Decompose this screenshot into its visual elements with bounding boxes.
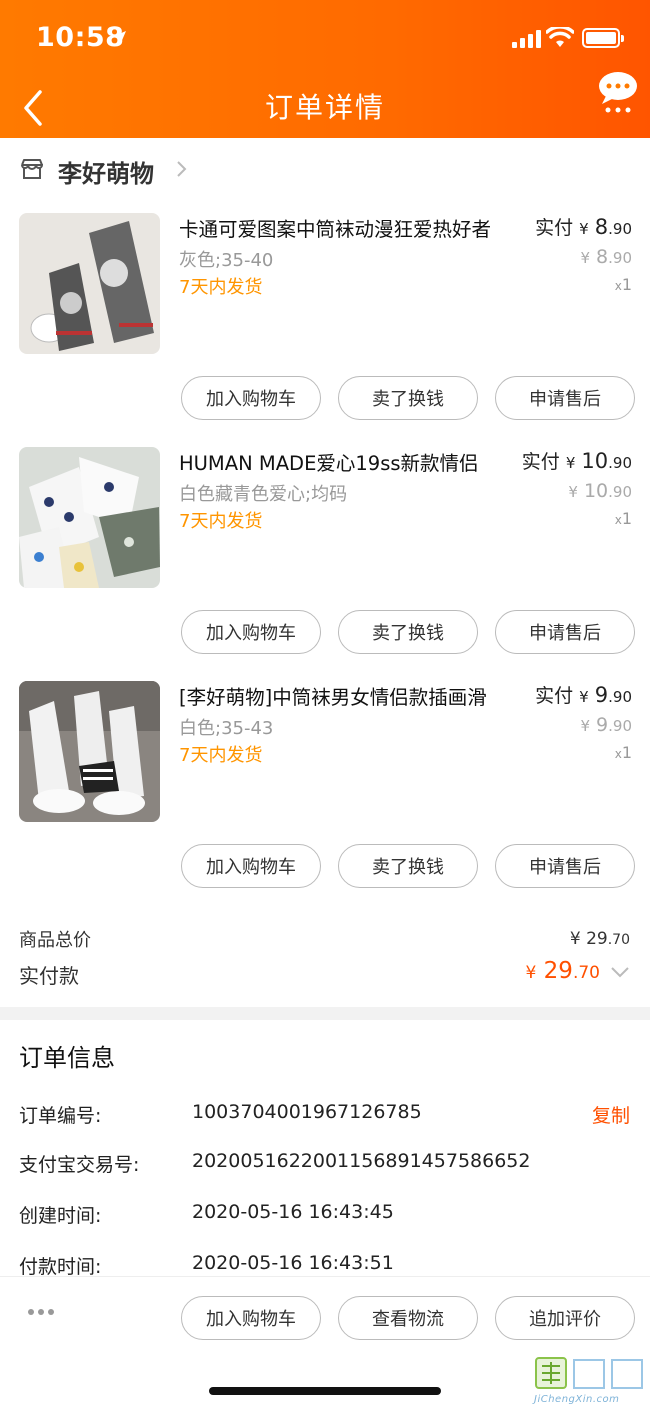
- store-icon: [21, 159, 44, 179]
- item-spec: 灰色;35-40: [179, 250, 274, 271]
- add-to-cart-button[interactable]: 加入购物车: [181, 1296, 321, 1340]
- section-divider: [0, 1007, 650, 1020]
- info-label: 支付宝交易号:: [19, 1154, 140, 1176]
- alipay-trade-number: 2020051622001156891457586652: [192, 1150, 531, 1172]
- order-number: 1003704001967126785: [192, 1101, 422, 1123]
- resell-button[interactable]: 卖了换钱: [338, 844, 478, 888]
- shipping-note: 7天内发货: [179, 277, 263, 298]
- shipping-note: 7天内发货: [179, 745, 263, 766]
- info-label: 付款时间:: [19, 1256, 102, 1278]
- after-sales-button[interactable]: 申请售后: [495, 376, 635, 420]
- order-item[interactable]: [李好萌物]中筒袜男女情侣款插画滑 白色;35-43 7天内发货 实付 ¥ 9.…: [0, 681, 650, 915]
- info-row-order-number: 订单编号: 1003704001967126785 复制: [0, 1101, 650, 1131]
- goods-total-label: 商品总价: [19, 930, 91, 951]
- paid-price: 实付 ¥ 8.90: [535, 215, 632, 239]
- item-spec: 白色藏青色爱心;均码: [179, 484, 348, 505]
- shop-name: 李好萌物: [58, 160, 154, 188]
- after-sales-button[interactable]: 申请售后: [495, 610, 635, 654]
- info-label: 订单编号:: [19, 1105, 102, 1127]
- location-arrow-icon: [112, 31, 126, 45]
- header-bar: 10:58 订单详情: [0, 0, 650, 138]
- item-title[interactable]: HUMAN MADE爱心19ss新款情侣: [179, 447, 519, 476]
- item-quantity: x1: [614, 509, 632, 528]
- info-row-alipay-number: 支付宝交易号: 2020051622001156891457586652: [0, 1150, 650, 1180]
- nav-bar: 订单详情: [0, 72, 650, 138]
- paid-price: 实付 ¥ 9.90: [535, 683, 632, 707]
- info-label: 创建时间:: [19, 1205, 102, 1227]
- order-totals: 商品总价 ¥ 29.70 实付款 ¥ 29.70: [0, 922, 650, 1007]
- info-row-created-time: 创建时间: 2020-05-16 16:43:45: [0, 1201, 650, 1231]
- paid-amount-value: ¥ 29.70: [525, 958, 600, 984]
- shop-row[interactable]: 李好萌物: [0, 138, 650, 198]
- wifi-icon: [546, 27, 574, 47]
- battery-icon: [582, 28, 624, 48]
- chevron-down-icon[interactable]: [610, 966, 630, 978]
- add-to-cart-button[interactable]: 加入购物车: [181, 610, 321, 654]
- goods-total-value: ¥ 29.70: [569, 929, 630, 949]
- order-item[interactable]: HUMAN MADE爱心19ss新款情侣 白色藏青色爱心;均码 7天内发货 实付…: [0, 447, 650, 681]
- resell-button[interactable]: 卖了换钱: [338, 610, 478, 654]
- paid-amount-label: 实付款: [19, 964, 79, 988]
- product-image[interactable]: [19, 447, 160, 588]
- add-to-cart-button[interactable]: 加入购物车: [181, 376, 321, 420]
- copy-button[interactable]: 复制: [592, 1101, 630, 1128]
- add-review-button[interactable]: 追加评价: [495, 1296, 635, 1340]
- add-to-cart-button[interactable]: 加入购物车: [181, 844, 321, 888]
- watermark-text: JiChengXin.com: [534, 1394, 620, 1405]
- status-bar: 10:58: [0, 0, 650, 78]
- original-price: ¥ 8.90: [580, 246, 632, 268]
- product-image[interactable]: [19, 681, 160, 822]
- order-item[interactable]: 卡通可爱图案中筒袜动漫狂爱热好者 灰色;35-40 7天内发货 实付 ¥ 8.9…: [0, 213, 650, 447]
- paid-price: 实付 ¥ 10.90: [521, 449, 632, 473]
- item-spec: 白色;35-43: [179, 718, 274, 739]
- item-quantity: x1: [614, 275, 632, 294]
- original-price: ¥ 10.90: [568, 480, 632, 502]
- cellular-signal-icon: [512, 30, 541, 48]
- item-quantity: x1: [614, 743, 632, 762]
- view-logistics-button[interactable]: 查看物流: [338, 1296, 478, 1340]
- product-image[interactable]: [19, 213, 160, 354]
- more-icon[interactable]: [28, 1309, 54, 1315]
- chevron-right-icon: [177, 161, 187, 177]
- shipping-note: 7天内发货: [179, 511, 263, 532]
- order-info-title: 订单信息: [19, 1044, 115, 1072]
- page-title: 订单详情: [264, 91, 385, 124]
- created-time: 2020-05-16 16:43:45: [192, 1201, 394, 1223]
- resell-button[interactable]: 卖了换钱: [338, 376, 478, 420]
- message-bubble-icon[interactable]: [596, 68, 640, 114]
- item-title[interactable]: 卡通可爱图案中筒袜动漫狂爱热好者: [179, 213, 519, 242]
- watermark-logo: JiChengXin.com: [532, 1354, 650, 1406]
- after-sales-button[interactable]: 申请售后: [495, 844, 635, 888]
- original-price: ¥ 9.90: [580, 714, 632, 736]
- item-title[interactable]: [李好萌物]中筒袜男女情侣款插画滑: [179, 681, 519, 710]
- home-indicator: [209, 1387, 441, 1395]
- paid-time: 2020-05-16 16:43:51: [192, 1252, 394, 1274]
